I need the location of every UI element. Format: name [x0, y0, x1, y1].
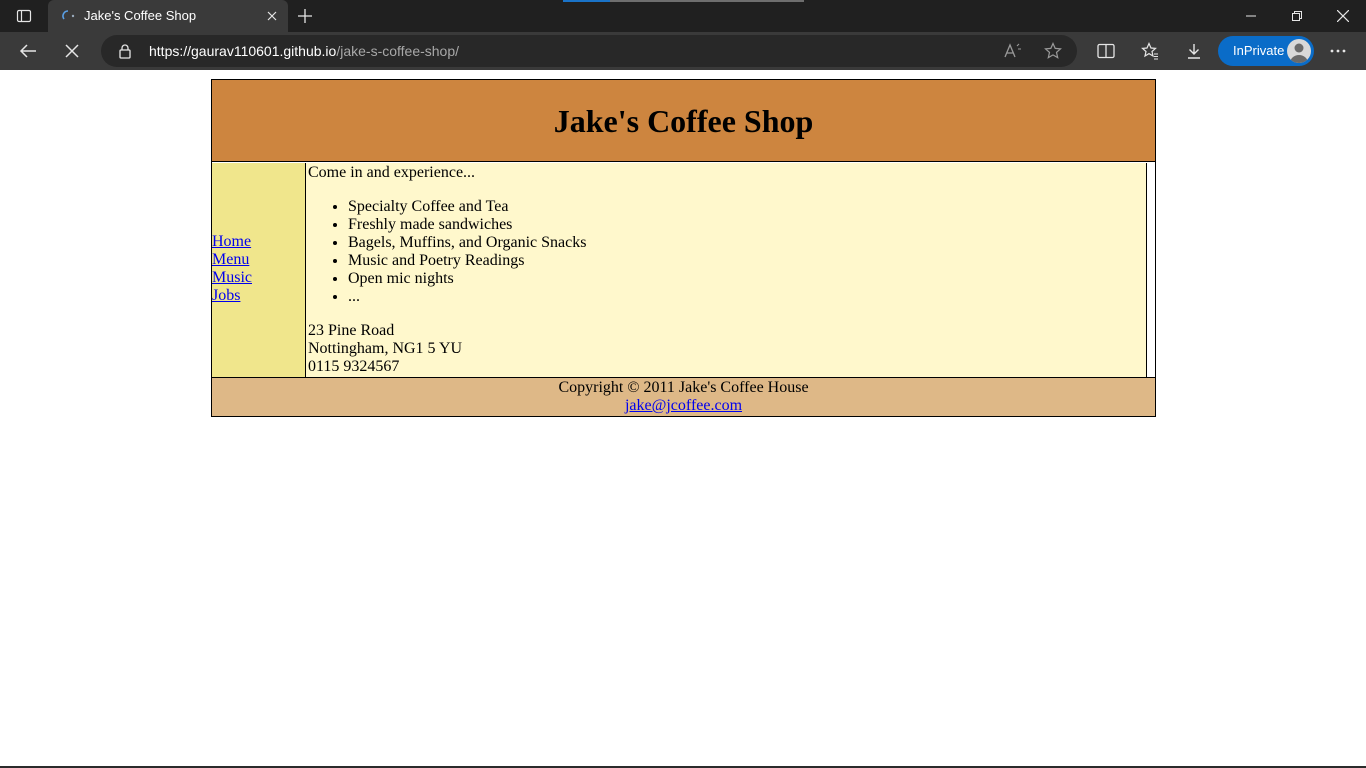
- minimize-button[interactable]: [1228, 0, 1274, 32]
- favorite-button[interactable]: [1040, 39, 1066, 63]
- address-bar[interactable]: https://gaurav110601.github.io/jake-s-co…: [101, 35, 1077, 67]
- email-link[interactable]: jake@jcoffee.com: [625, 397, 742, 414]
- back-arrow-icon: [19, 44, 36, 58]
- favorites-button[interactable]: [1134, 35, 1166, 67]
- new-tab-button[interactable]: [292, 4, 318, 28]
- minimize-icon: [1246, 15, 1256, 17]
- favorites-icon: [1141, 42, 1158, 60]
- nav-link-music[interactable]: Music: [212, 269, 252, 287]
- plus-icon: [298, 9, 312, 23]
- loading-spinner-icon: [62, 10, 75, 20]
- list-item: Freshly made sandwiches: [348, 216, 1106, 234]
- tab-actions-button[interactable]: [8, 4, 40, 28]
- site-nav: Home Menu Music Jobs: [212, 163, 306, 377]
- list-item: Bagels, Muffins, and Organic Snacks: [348, 234, 1106, 252]
- window-close-icon: [1337, 10, 1349, 22]
- stop-icon: [65, 44, 79, 58]
- nav-link-home[interactable]: Home: [212, 233, 252, 251]
- copyright-text: Copyright © 2011 Jake's Coffee House: [558, 379, 809, 396]
- address-block: 23 Pine Road Nottingham, NG1 5 YU 0115 9…: [308, 322, 462, 376]
- stop-button[interactable]: [56, 35, 88, 67]
- read-aloud-button[interactable]: [1000, 39, 1026, 63]
- read-aloud-icon: [1004, 43, 1021, 58]
- tab-close-button[interactable]: [262, 6, 282, 26]
- settings-more-button[interactable]: [1322, 35, 1354, 67]
- split-screen-button[interactable]: [1090, 35, 1122, 67]
- phone-number: 0115 9324567: [308, 358, 400, 375]
- restore-icon: [1292, 11, 1302, 21]
- url-host: https://gaurav110601.github.io: [149, 43, 337, 59]
- back-button[interactable]: [12, 35, 44, 67]
- address-city: Nottingham, NG1 5 YU: [308, 340, 463, 357]
- site-title: Jake's Coffee Shop: [553, 103, 814, 139]
- list-item: Music and Poetry Readings: [348, 252, 1106, 270]
- avatar: [1287, 39, 1311, 63]
- feature-list: Specialty Coffee and Tea Freshly made sa…: [306, 198, 1106, 306]
- split-screen-icon: [1097, 43, 1115, 59]
- url-text[interactable]: https://gaurav110601.github.io/jake-s-co…: [149, 43, 459, 59]
- tab-strip: Jake's Coffee Shop: [0, 0, 1366, 32]
- list-item: Specialty Coffee and Tea: [348, 198, 1106, 216]
- web-page: Jake's Coffee Shop Home Menu Music Jobs …: [0, 70, 1366, 768]
- nav-link-menu[interactable]: Menu: [212, 251, 252, 269]
- close-icon: [267, 11, 277, 21]
- browser-toolbar: https://gaurav110601.github.io/jake-s-co…: [0, 32, 1366, 70]
- more-icon: [1330, 49, 1346, 53]
- star-icon: [1044, 42, 1062, 59]
- address-street: 23 Pine Road: [308, 322, 395, 339]
- main-content: Come in and experience... Specialty Coff…: [306, 163, 1147, 377]
- inprivate-label: InPrivate: [1233, 43, 1285, 58]
- url-path: /jake-s-coffee-shop/: [336, 43, 460, 59]
- loading-progress-bar: [563, 0, 804, 2]
- list-item: Open mic nights: [348, 270, 1106, 288]
- restore-button[interactable]: [1274, 0, 1320, 32]
- downloads-button[interactable]: [1178, 35, 1210, 67]
- browser-tab[interactable]: Jake's Coffee Shop: [48, 0, 288, 32]
- avatar-icon: [1290, 43, 1308, 63]
- site-footer: Copyright © 2011 Jake's Coffee House jak…: [212, 377, 1155, 416]
- nav-link-jobs[interactable]: Jobs: [212, 287, 252, 305]
- window-close-button[interactable]: [1320, 0, 1366, 32]
- tab-actions-icon: [16, 9, 32, 23]
- tab-title: Jake's Coffee Shop: [84, 8, 197, 23]
- site-header: Jake's Coffee Shop: [212, 80, 1155, 162]
- lock-icon: [119, 44, 131, 59]
- site-container: Jake's Coffee Shop Home Menu Music Jobs …: [211, 79, 1156, 417]
- download-icon: [1188, 44, 1200, 59]
- inprivate-profile-button[interactable]: InPrivate: [1218, 36, 1314, 66]
- intro-text: Come in and experience...: [308, 164, 476, 181]
- list-item: ...: [348, 288, 1106, 306]
